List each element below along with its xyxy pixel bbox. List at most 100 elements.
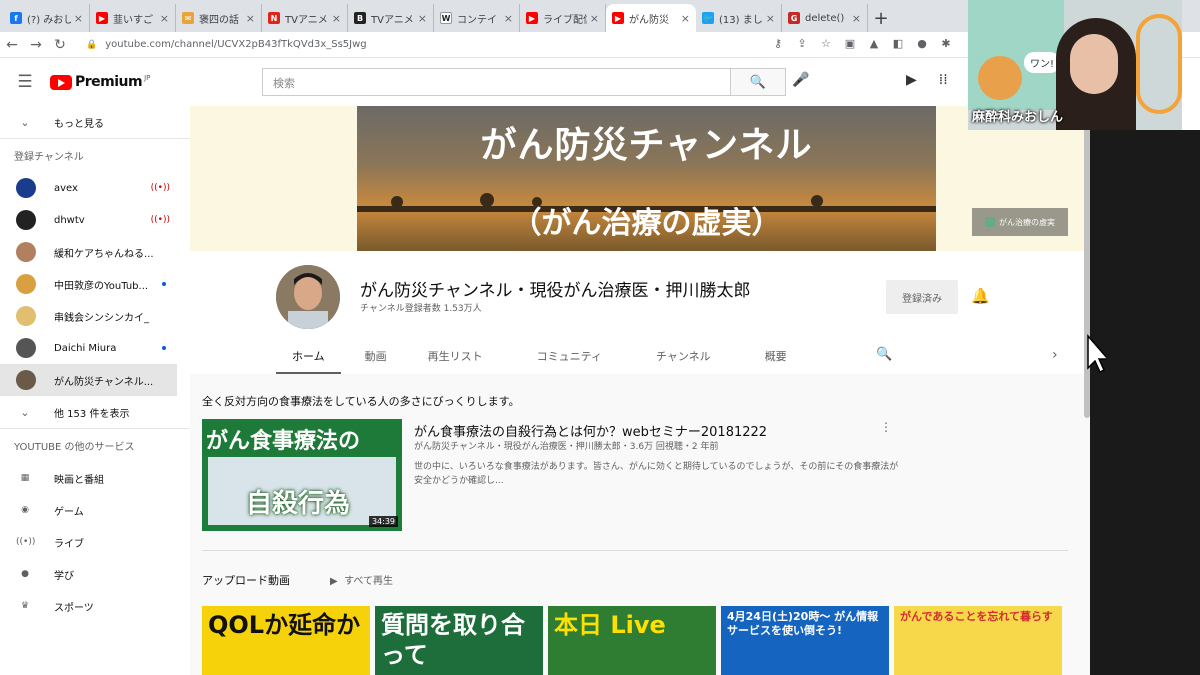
bell-icon[interactable]: 🔔 xyxy=(971,287,990,305)
browser-tab[interactable]: ▶ 韮いすご × xyxy=(90,4,176,32)
channel-tab[interactable]: ホーム xyxy=(276,337,341,374)
new-content-dot xyxy=(162,346,166,350)
featured-thumbnail[interactable]: がん食事療法の 自殺行為 34:39 xyxy=(202,419,402,531)
channel-tab[interactable]: 概要 xyxy=(738,337,814,374)
record-icon[interactable]: ● xyxy=(910,37,934,50)
browser-tab[interactable]: W コンテイ × xyxy=(434,4,520,32)
channel-tab[interactable]: 再生リスト xyxy=(401,337,510,374)
video-thumbnail[interactable]: 質問を取り合って xyxy=(375,606,543,675)
banner-link[interactable]: がん治療の虚実 xyxy=(972,208,1068,236)
pdf-icon[interactable]: ◧ xyxy=(886,37,910,50)
speech-bubble: ワン! xyxy=(1024,52,1061,73)
sidebar-item-label: 中田敦彦のYouTub... xyxy=(54,280,149,292)
browser-tab[interactable]: ✉ 褒四の話 × xyxy=(176,4,262,32)
chevron-right-icon[interactable]: › xyxy=(1052,347,1058,363)
sidebar-item-service[interactable]: ◉ ゲーム xyxy=(0,494,190,526)
channel-tab[interactable]: 動画 xyxy=(341,337,401,374)
new-tab-button[interactable]: + xyxy=(868,4,894,32)
sidebar-item-channel[interactable]: 緩和ケアちゃんねる... xyxy=(0,236,190,268)
key-icon[interactable]: ⚷ xyxy=(766,37,790,50)
more-options-icon[interactable]: ⋮ xyxy=(880,420,892,434)
featured-title[interactable]: がん食事療法の自殺行為とは何か？webセミナー20181222 xyxy=(414,421,767,440)
sidebar-show-more[interactable]: ⌄ もっと見る xyxy=(0,106,190,138)
header-actions: ▶ ⁞⁞ xyxy=(906,72,948,88)
url-field[interactable]: 🔒 youtube.com/channel/UCVX2pB43fTkQVd3x_… xyxy=(86,35,766,55)
url-text: youtube.com/channel/UCVX2pB43fTkQVd3x_Ss… xyxy=(105,39,367,50)
browser-tab[interactable]: 🐦 (13) ましん× xyxy=(696,4,782,32)
drive-icon[interactable]: ▲ xyxy=(862,37,886,50)
mic-icon[interactable]: 🎤 xyxy=(792,72,809,88)
sidebar-item-channel[interactable]: dhwtv ((•)) xyxy=(0,204,190,236)
tab-close-icon[interactable]: × xyxy=(504,12,513,25)
presenter-name: 麻酔科みおしん xyxy=(972,110,1064,125)
tab-close-icon[interactable]: × xyxy=(74,12,83,25)
tab-close-icon[interactable]: × xyxy=(246,12,255,25)
channel-tab[interactable]: チャンネル xyxy=(629,337,738,374)
live-icon: ((•)) xyxy=(16,537,36,547)
browser-tab[interactable]: Gdelete() × xyxy=(782,4,868,32)
tab-title: TVアニメ xyxy=(285,14,328,26)
channel-avatar xyxy=(16,370,36,390)
back-icon[interactable]: ← xyxy=(0,37,24,53)
tab-close-icon[interactable]: × xyxy=(681,12,690,25)
video-thumbnail[interactable]: 本日 Live xyxy=(548,606,716,675)
sidebar-item-channel[interactable]: がん防災チャンネル... xyxy=(0,364,177,396)
sidebar-item-service[interactable]: ● 学び xyxy=(0,558,190,590)
browser-tab[interactable]: ▶ ライブ配信× xyxy=(520,4,606,32)
tab-title: 褒四の話 xyxy=(199,14,239,26)
subscribe-button[interactable]: 登録済み xyxy=(886,280,958,314)
extension-icon[interactable]: ▣ xyxy=(838,37,862,50)
channel-avatar[interactable] xyxy=(276,265,340,329)
channel-avatar xyxy=(16,338,36,358)
star-icon[interactable]: ☆ xyxy=(814,37,838,50)
browser-tab[interactable]: N TVアニメ × xyxy=(262,4,348,32)
tab-close-icon[interactable]: × xyxy=(852,12,861,25)
tab-favicon-icon: B xyxy=(354,12,366,24)
tab-close-icon[interactable]: × xyxy=(160,12,169,25)
browser-tab[interactable]: f (?) みおし × xyxy=(4,4,90,32)
channel-page: がん防災チャンネル （がん治療の虚実） がん治療の虚実 がん防災チャンネル・現役… xyxy=(190,106,1090,675)
apps-icon[interactable]: ⁞⁞ xyxy=(939,72,948,88)
create-video-icon[interactable]: ▶ xyxy=(906,72,917,88)
tab-title: TVアニメ xyxy=(371,14,414,26)
search-button[interactable]: 🔍 xyxy=(730,68,786,96)
sidebar-item-channel[interactable]: 串銭会シンシンカイ_ xyxy=(0,300,190,332)
thumb-big-text: 自殺行為 xyxy=(246,489,351,519)
channel-search-icon[interactable]: 🔍 xyxy=(876,347,892,362)
tab-close-icon[interactable]: × xyxy=(418,12,427,25)
video-thumbnail[interactable]: 4月24日(土)20時〜 がん情報サービスを使い倒そう! xyxy=(721,606,889,675)
sidebar-item-channel[interactable]: avex ((•)) xyxy=(0,172,190,204)
sidebar-item-channel[interactable]: 中田敦彦のYouTub... xyxy=(0,268,190,300)
tab-close-icon[interactable]: × xyxy=(766,12,775,25)
sidebar-item-label: 串銭会シンシンカイ_ xyxy=(54,312,149,324)
tab-close-icon[interactable]: × xyxy=(332,12,341,25)
share-icon[interactable]: ⇪ xyxy=(790,37,814,50)
video-thumbnail[interactable]: がんであることを忘れて暮らす xyxy=(894,606,1062,675)
sidebar-item-service[interactable]: ((•)) ライブ xyxy=(0,526,190,558)
tab-close-icon[interactable]: × xyxy=(590,12,599,25)
reload-icon[interactable]: ↻ xyxy=(48,37,72,53)
tab-favicon-icon: ▶ xyxy=(612,12,624,24)
sidebar-show-all-label: 他 153 件を表示 xyxy=(54,408,130,420)
browser-tab[interactable]: ▶ がん防災 × xyxy=(606,4,696,32)
video-thumbnail[interactable]: QOLか延命か xyxy=(202,606,370,675)
sidebar-item-service[interactable]: ♛ スポーツ xyxy=(0,590,190,622)
youtube-logo[interactable]: Premium JP xyxy=(50,74,150,90)
forward-icon[interactable]: → xyxy=(24,37,48,53)
sidebar-show-all[interactable]: ⌄ 他 153 件を表示 xyxy=(0,396,190,428)
puzzle-icon[interactable]: ✱ xyxy=(934,37,958,50)
search-input[interactable]: 検索 xyxy=(262,68,730,96)
play-all-button[interactable]: ▶ すべて再生 xyxy=(330,572,393,587)
subscription-list: avex ((•)) dhwtv ((•)) 緩和ケアちゃんねる... 中田敦彦のYouT… xyxy=(0,172,190,396)
channel-tab[interactable]: コミュニティ xyxy=(510,337,629,374)
search-icon: 🔍 xyxy=(749,74,767,90)
sidebar-item-service[interactable]: ▦ 映画と番組 xyxy=(0,462,190,494)
menu-icon[interactable]: ☰ xyxy=(0,72,50,92)
tab-favicon-icon: ✉ xyxy=(182,12,194,24)
sidebar-item-channel[interactable]: Daichi Miura xyxy=(0,332,190,364)
tab-favicon-icon: ▶ xyxy=(96,12,108,24)
sidebar-item-label: dhwtv xyxy=(54,214,85,226)
browser-tab[interactable]: B TVアニメ × xyxy=(348,4,434,32)
banner-title: がん防災チャンネル xyxy=(480,125,813,166)
tab-title: (?) みおし xyxy=(27,14,71,26)
